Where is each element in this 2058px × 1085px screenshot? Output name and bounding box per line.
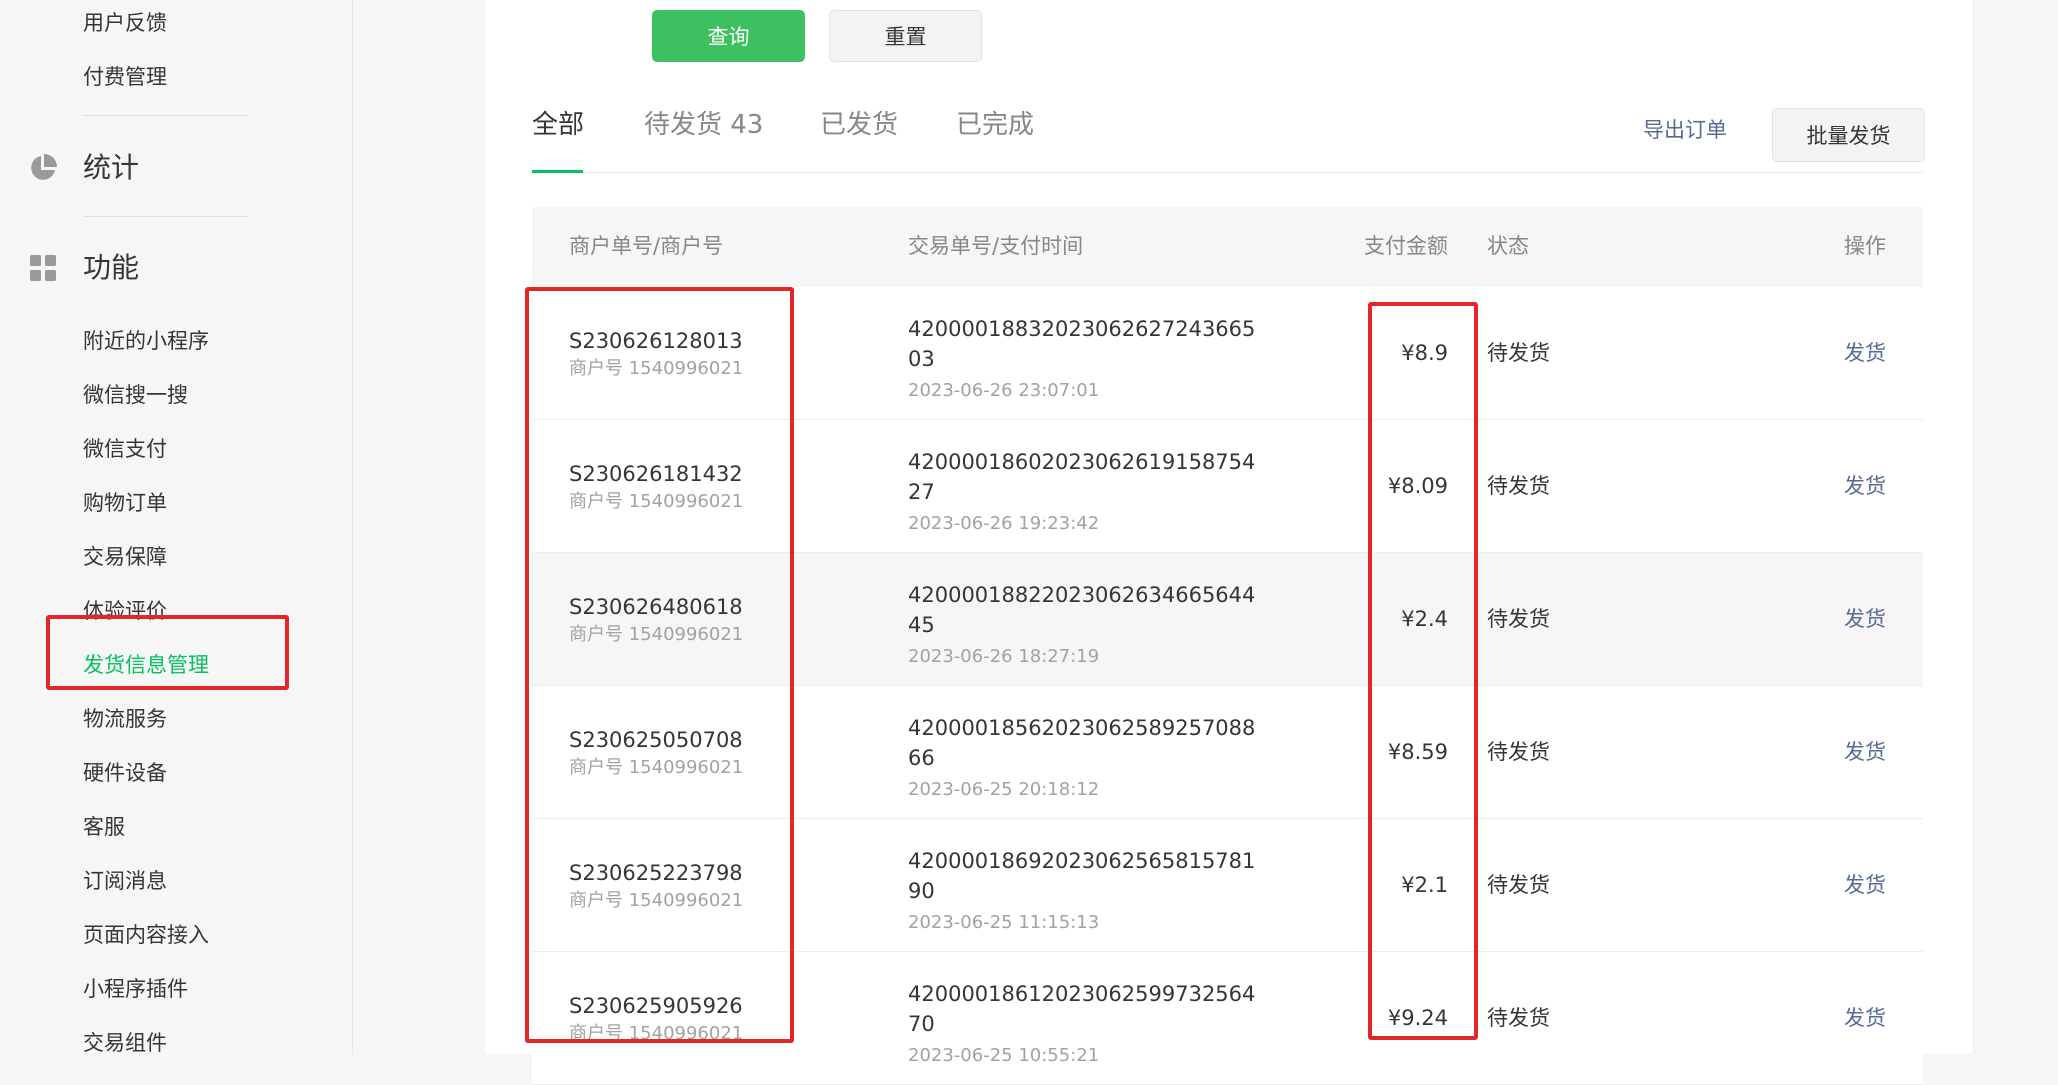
sidebar-item-wechat-search[interactable]: 微信搜一搜 (83, 385, 188, 406)
sidebar-group-label: 统计 (83, 151, 140, 184)
sidebar-group-label: 功能 (83, 251, 140, 284)
status-text: 待发货 (1487, 1006, 1550, 1030)
status-text: 待发货 (1487, 341, 1550, 365)
tab-all[interactable]: 全部 (532, 112, 584, 138)
ship-action-link[interactable]: 发货 (1844, 1008, 1886, 1029)
highlight-box-order-column (525, 287, 794, 1043)
payment-time: 2023-06-25 10:55:21 (908, 1045, 1100, 1066)
tabs-divider (532, 172, 1923, 173)
status-text: 待发货 (1487, 873, 1550, 897)
sidebar-item-trade-guarantee[interactable]: 交易保障 (83, 547, 167, 568)
column-header-txn: 交易单号/支付时间 (908, 234, 1084, 258)
sidebar-item-shopping-orders[interactable]: 购物订单 (83, 493, 167, 514)
export-orders-link[interactable]: 导出订单 (1643, 120, 1727, 141)
sidebar-item-customer-service[interactable]: 客服 (83, 817, 125, 838)
column-header-amount: 支付金额 (1364, 234, 1448, 258)
batch-ship-button[interactable]: 批量发货 (1772, 108, 1925, 162)
ship-action-link[interactable]: 发货 (1844, 742, 1886, 763)
active-tab-indicator (532, 170, 583, 173)
sidebar-item-feedback[interactable]: 用户反馈 (83, 13, 167, 34)
transaction-number-cont: 45 (908, 613, 935, 637)
sidebar-item-plugins[interactable]: 小程序插件 (83, 979, 188, 1000)
transaction-number: 42000018692023062565815781 (908, 849, 1256, 873)
sidebar-group-functions[interactable]: 功能 (28, 253, 139, 283)
transaction-number-cont: 70 (908, 1012, 935, 1036)
ship-action-link[interactable]: 发货 (1844, 343, 1886, 364)
tab-pending-shipment[interactable]: 待发货 43 (644, 112, 763, 138)
transaction-number: 42000018562023062589257088 (908, 716, 1256, 740)
sidebar-item-wechat-pay[interactable]: 微信支付 (83, 439, 167, 460)
sidebar-item-trade-components[interactable]: 交易组件 (83, 1033, 167, 1054)
main-panel: 查询 重置 全部 待发货 43 已发货 已完成 导出订单 批量发货 商户单号/商… (485, 0, 1972, 1085)
transaction-number-cont: 03 (908, 347, 935, 371)
payment-time: 2023-06-26 19:23:42 (908, 513, 1100, 534)
transaction-number: 42000018612023062599732564 (908, 982, 1256, 1006)
sidebar: 用户反馈 付费管理 统计 功能 附近的小程序 微信搜一搜 微信支付 购物订单 交… (0, 0, 353, 1054)
ship-action-link[interactable]: 发货 (1844, 476, 1886, 497)
column-header-status: 状态 (1487, 234, 1529, 258)
sidebar-item-payment-mgmt[interactable]: 付费管理 (83, 67, 167, 88)
payment-time: 2023-06-25 20:18:12 (908, 779, 1100, 800)
sidebar-group-stats[interactable]: 统计 (28, 153, 139, 183)
column-header-op: 操作 (1844, 234, 1886, 258)
sidebar-item-page-content[interactable]: 页面内容接入 (83, 925, 209, 946)
ship-action-link[interactable]: 发货 (1844, 609, 1886, 630)
reset-button[interactable]: 重置 (829, 10, 982, 62)
column-header-order: 商户单号/商户号 (569, 234, 724, 258)
status-text: 待发货 (1487, 474, 1550, 498)
transaction-number: 42000018822023062634665644 (908, 583, 1256, 607)
transaction-number-cont: 90 (908, 879, 935, 903)
grid-icon (28, 253, 58, 283)
sidebar-divider (83, 115, 248, 116)
query-button[interactable]: 查询 (652, 10, 805, 62)
sidebar-item-logistics[interactable]: 物流服务 (83, 709, 167, 730)
status-text: 待发货 (1487, 607, 1550, 631)
table-header: 商户单号/商户号 交易单号/支付时间 支付金额 状态 操作 (532, 207, 1923, 288)
transaction-number-cont: 66 (908, 746, 935, 770)
sidebar-item-hardware[interactable]: 硬件设备 (83, 763, 167, 784)
sidebar-divider (83, 216, 248, 217)
tab-completed[interactable]: 已完成 (956, 112, 1034, 138)
sidebar-item-nearby-miniprogram[interactable]: 附近的小程序 (83, 331, 209, 352)
tab-shipped[interactable]: 已发货 (820, 112, 898, 138)
sidebar-item-subscribe-msg[interactable]: 订阅消息 (83, 871, 167, 892)
pie-chart-icon (28, 153, 58, 183)
highlight-box-amount-column (1368, 302, 1478, 1040)
ship-action-link[interactable]: 发货 (1844, 875, 1886, 896)
transaction-number: 42000018832023062627243665 (908, 317, 1256, 341)
payment-time: 2023-06-25 11:15:13 (908, 912, 1100, 933)
transaction-number-cont: 27 (908, 480, 935, 504)
status-text: 待发货 (1487, 740, 1550, 764)
payment-time: 2023-06-26 23:07:01 (908, 380, 1100, 401)
payment-time: 2023-06-26 18:27:19 (908, 646, 1100, 667)
transaction-number: 42000018602023062619158754 (908, 450, 1256, 474)
highlight-box-active-item (46, 615, 289, 690)
